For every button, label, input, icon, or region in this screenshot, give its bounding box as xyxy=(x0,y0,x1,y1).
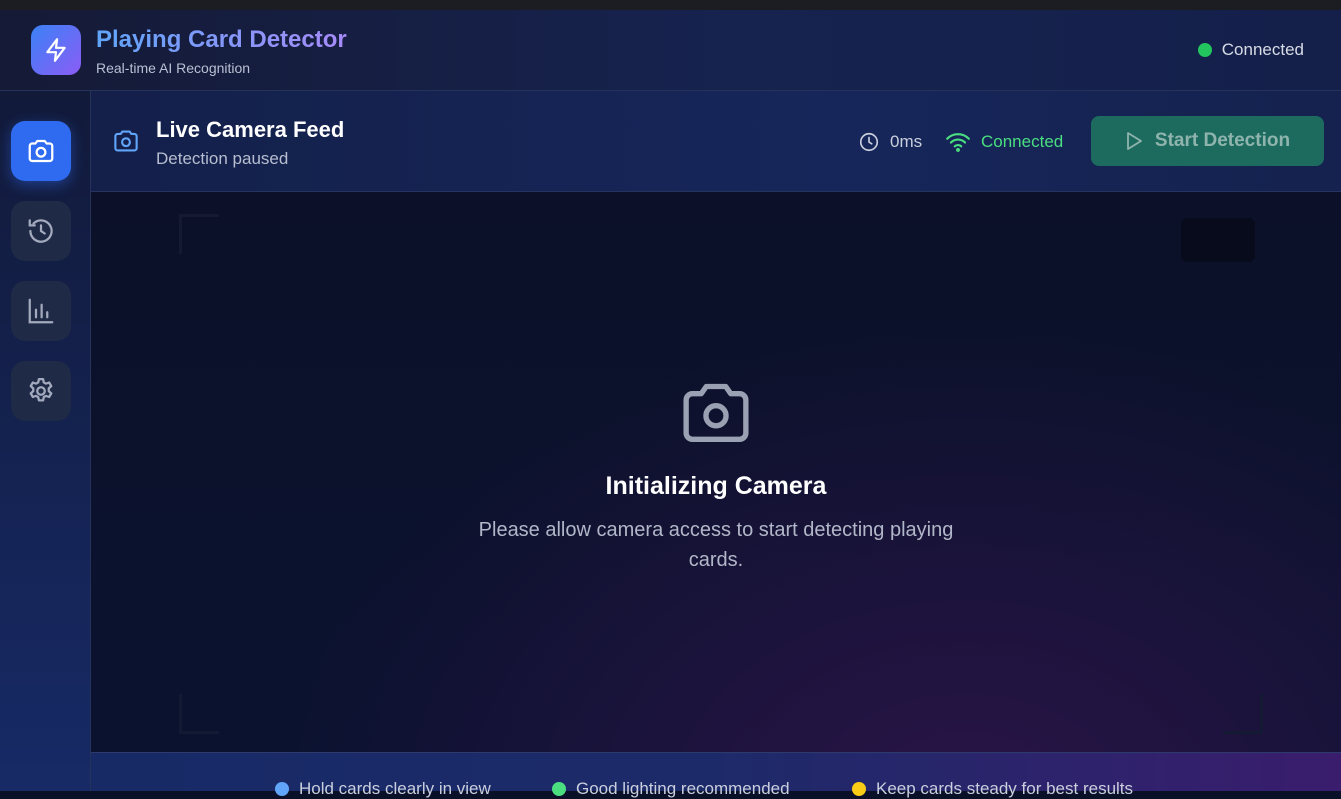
camera-placeholder: Initializing Camera Please allow camera … xyxy=(91,378,1341,575)
frame-corner-bottom-left xyxy=(179,694,219,734)
connection-status-label: Connected xyxy=(1221,40,1304,59)
tip-dot xyxy=(552,782,566,796)
camera-status-title: Initializing Camera xyxy=(605,472,827,500)
start-detection-label: Start Detection xyxy=(1154,130,1291,151)
app-logo xyxy=(31,25,81,75)
frame-corner-top-left xyxy=(179,214,219,254)
sidebar xyxy=(0,91,91,791)
camera-panel-header: Live Camera Feed Detection paused 0ms Co… xyxy=(91,91,1341,192)
app-header: Playing Card Detector Real-time AI Recog… xyxy=(0,10,1341,91)
camera-feed-icon xyxy=(111,128,141,159)
window-top-strip xyxy=(0,0,1341,10)
sidebar-item-settings[interactable] xyxy=(11,361,71,421)
camera-icon xyxy=(683,383,749,442)
bar-chart-icon xyxy=(28,298,54,324)
wifi-icon xyxy=(946,133,970,152)
connection-status: Connected xyxy=(1197,40,1304,60)
latency-value: 0ms xyxy=(890,132,923,151)
tip-text: Good lighting recommended xyxy=(576,779,790,798)
camera-viewport: Initializing Camera Please allow camera … xyxy=(91,192,1341,752)
tip-item: Keep cards steady for best results xyxy=(852,779,1133,799)
camera-icon xyxy=(114,130,138,152)
detection-status-text: Detection paused xyxy=(156,149,289,168)
lightning-icon xyxy=(46,38,66,62)
start-detection-button[interactable]: Start Detection xyxy=(1091,116,1324,166)
tip-item: Hold cards clearly in view xyxy=(275,779,491,799)
gear-icon xyxy=(29,378,53,402)
tip-item: Good lighting recommended xyxy=(552,779,790,799)
overlay-badge xyxy=(1181,218,1255,262)
camera-status-message: Please allow camera access to start dete… xyxy=(478,519,954,571)
camera-icon xyxy=(28,139,54,163)
status-dot xyxy=(1197,43,1212,57)
tips-bar: Hold cards clearly in view Good lighting… xyxy=(91,752,1341,798)
app-root: Playing Card Detector Real-time AI Recog… xyxy=(0,10,1341,798)
sidebar-item-camera[interactable] xyxy=(11,121,71,181)
tip-text: Hold cards clearly in view xyxy=(299,779,491,798)
frame-corner-bottom-right xyxy=(1223,694,1263,734)
clock-icon xyxy=(859,132,879,152)
tip-text: Keep cards steady for best results xyxy=(876,779,1134,798)
app-title: Playing Card Detector xyxy=(96,26,347,53)
tip-dot xyxy=(275,782,289,796)
tip-dot xyxy=(852,782,866,796)
network-status-label: Connected xyxy=(981,132,1064,151)
history-icon xyxy=(28,219,53,243)
sidebar-item-history[interactable] xyxy=(11,201,71,261)
sidebar-item-analytics[interactable] xyxy=(11,281,71,341)
latency-indicator: 0ms xyxy=(858,131,922,153)
play-icon xyxy=(1127,132,1142,150)
network-status: Connected xyxy=(945,131,1063,153)
panel-title: Live Camera Feed xyxy=(156,117,345,142)
app-subtitle: Real-time AI Recognition xyxy=(96,60,251,76)
